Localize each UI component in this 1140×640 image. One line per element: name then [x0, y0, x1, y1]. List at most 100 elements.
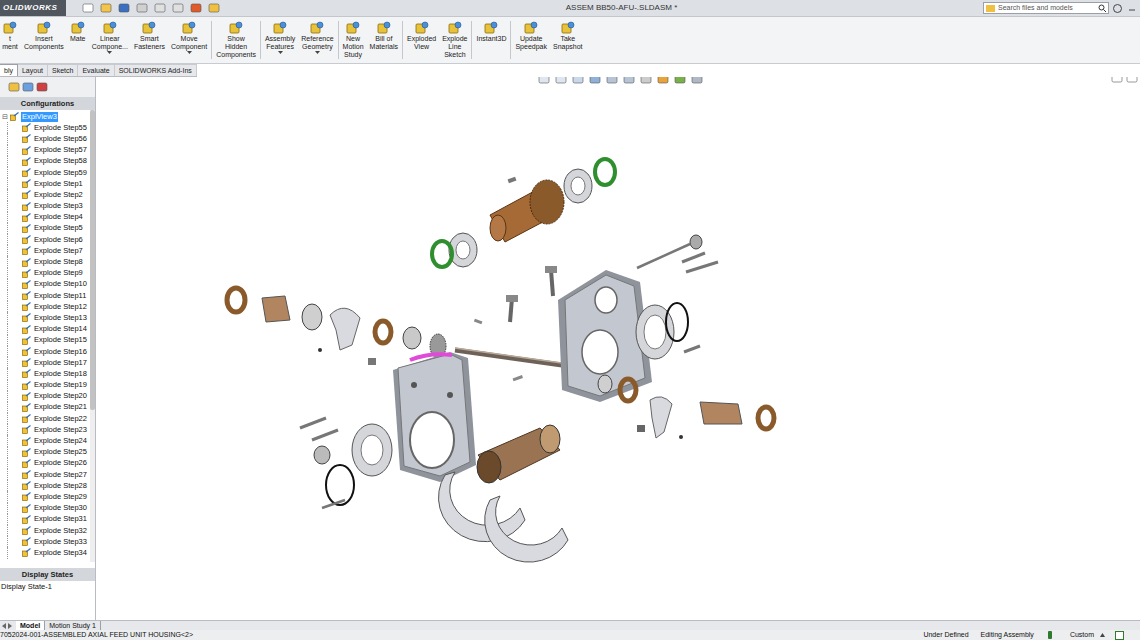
- tree-item[interactable]: Explode Step19: [7, 380, 90, 391]
- tab-scroll-arrows[interactable]: [0, 621, 16, 630]
- ribbon-button[interactable]: LinearCompone...: [90, 21, 130, 55]
- ribbon-button[interactable]: ExplodedView: [405, 21, 438, 51]
- tree-item[interactable]: Explode Step5: [7, 223, 90, 234]
- tree-item[interactable]: Explode Step57: [7, 145, 90, 156]
- dropdown-arrow-icon[interactable]: [315, 51, 320, 55]
- tree-item[interactable]: Explode Step23: [7, 424, 90, 435]
- save-icon[interactable]: [118, 2, 130, 14]
- tree-item[interactable]: Explode Step14: [7, 324, 90, 335]
- bottom-tab[interactable]: Model: [16, 621, 45, 630]
- units-selector[interactable]: Custom: [1070, 630, 1094, 640]
- display-state-item[interactable]: Display State-1: [0, 581, 95, 592]
- ribbon-button[interactable]: TakeSnapshot: [551, 21, 585, 51]
- tree-item[interactable]: Explode Step31: [7, 514, 90, 525]
- tree-item[interactable]: Explode Step32: [7, 525, 90, 536]
- tree-item[interactable]: Explode Step15: [7, 335, 90, 346]
- property-manager-icon[interactable]: [22, 81, 34, 93]
- tree-item[interactable]: Explode Step56: [7, 133, 90, 144]
- configurations-header[interactable]: Configurations: [0, 97, 95, 110]
- tree-item[interactable]: Explode Step13: [7, 312, 90, 323]
- tree-item[interactable]: Explode Step34: [7, 547, 90, 558]
- appearance-icon[interactable]: [657, 77, 669, 85]
- ribbon-button[interactable]: AssemblyFeatures: [263, 21, 297, 55]
- ribbon-button[interactable]: ExplodeLineSketch: [440, 21, 469, 59]
- tree-item[interactable]: Explode Step29: [7, 491, 90, 502]
- scene-icon[interactable]: [674, 77, 686, 85]
- open-file-icon[interactable]: [100, 2, 112, 14]
- tree-item[interactable]: Explode Step9: [7, 268, 90, 279]
- tree-item[interactable]: Explode Step27: [7, 469, 90, 480]
- tree-scrollbar[interactable]: [90, 110, 95, 562]
- ribbon-button[interactable]: MoveComponent: [169, 21, 209, 55]
- undo-icon[interactable]: [154, 2, 166, 14]
- tree-item[interactable]: Explode Step6: [7, 234, 90, 245]
- zoom-area-icon[interactable]: [555, 77, 567, 85]
- ribbon-button[interactable]: Mate: [68, 21, 88, 43]
- configuration-manager-icon[interactable]: [36, 81, 48, 93]
- tree-item[interactable]: Explode Step2: [7, 189, 90, 200]
- dropdown-arrow-icon[interactable]: [107, 51, 112, 55]
- feature-manager-icon[interactable]: [8, 81, 20, 93]
- tree-item[interactable]: Explode Step8: [7, 256, 90, 267]
- tree-root[interactable]: ⊟ExplView3: [2, 111, 90, 122]
- tree-item[interactable]: Explode Step4: [7, 212, 90, 223]
- ribbon-button[interactable]: ShowHiddenComponents: [214, 21, 258, 59]
- tree-item[interactable]: Explode Step18: [7, 368, 90, 379]
- command-tab[interactable]: bly: [0, 64, 18, 76]
- tree-item[interactable]: Explode Step30: [7, 503, 90, 514]
- tree-item[interactable]: Explode Step12: [7, 301, 90, 312]
- display-style-icon[interactable]: [623, 77, 635, 85]
- tree-item[interactable]: Explode Step1: [7, 178, 90, 189]
- ribbon-button[interactable]: InsertComponents: [22, 21, 66, 51]
- tree-item[interactable]: Explode Step28: [7, 480, 90, 491]
- view-orientation-icon[interactable]: [606, 77, 618, 85]
- tree-item[interactable]: Explode Step55: [7, 122, 90, 133]
- status-help-icon[interactable]: [1115, 631, 1124, 640]
- ribbon-button[interactable]: NewMotionStudy: [341, 21, 366, 59]
- previous-view-icon[interactable]: [572, 77, 584, 85]
- app-logo[interactable]: OLIDWORKS: [0, 0, 66, 16]
- viewport-restore-icon[interactable]: [1126, 77, 1138, 84]
- options-icon[interactable]: [208, 2, 220, 14]
- units-arrow-icon[interactable]: [1100, 633, 1105, 637]
- help-menu[interactable]: [1113, 4, 1140, 13]
- ribbon-button[interactable]: UpdateSpeedpak: [513, 21, 549, 51]
- rebuild-icon[interactable]: [190, 2, 202, 14]
- bottom-tab[interactable]: Motion Study 1: [45, 621, 101, 630]
- search-box[interactable]: Search files and models: [983, 2, 1109, 14]
- tree-item[interactable]: Explode Step21: [7, 402, 90, 413]
- tree-item[interactable]: Explode Step59: [7, 167, 90, 178]
- display-states-header[interactable]: Display States: [0, 568, 95, 581]
- command-tab[interactable]: Layout: [18, 64, 48, 76]
- scrollbar-thumb[interactable]: [90, 110, 95, 410]
- select-icon[interactable]: [172, 2, 184, 14]
- viewport-split-icon[interactable]: [1111, 77, 1123, 84]
- tree-item[interactable]: Explode Step17: [7, 357, 90, 368]
- print-icon[interactable]: [136, 2, 148, 14]
- dropdown-arrow-icon[interactable]: [278, 51, 283, 55]
- tree-item[interactable]: Explode Step25: [7, 447, 90, 458]
- command-tab[interactable]: SOLIDWORKS Add-Ins: [115, 64, 197, 76]
- tree-item[interactable]: Explode Step24: [7, 435, 90, 446]
- tree-item[interactable]: Explode Step20: [7, 391, 90, 402]
- dropdown-arrow-icon[interactable]: [187, 51, 192, 55]
- command-tab[interactable]: Evaluate: [78, 64, 114, 76]
- tree-item[interactable]: Explode Step7: [7, 245, 90, 256]
- ribbon-button[interactable]: SmartFasteners: [132, 21, 167, 51]
- tree-item[interactable]: Explode Step16: [7, 346, 90, 357]
- view-settings-icon[interactable]: [691, 77, 703, 85]
- tree-item[interactable]: Explode Step3: [7, 201, 90, 212]
- command-tab[interactable]: Sketch: [48, 64, 78, 76]
- graphics-area[interactable]: [96, 77, 1140, 620]
- tree-item[interactable]: Explode Step26: [7, 458, 90, 469]
- tree-item[interactable]: Explode Step10: [7, 279, 90, 290]
- section-view-icon[interactable]: [589, 77, 601, 85]
- zoom-fit-icon[interactable]: [538, 77, 550, 85]
- ribbon-button[interactable]: ReferenceGeometry: [299, 21, 335, 55]
- exploded-assembly-drawing[interactable]: [96, 77, 1140, 620]
- tree-item[interactable]: Explode Step22: [7, 413, 90, 424]
- rebuild-status-icon[interactable]: [1046, 631, 1054, 639]
- tree-item[interactable]: Explode Step11: [7, 290, 90, 301]
- tree-item[interactable]: Explode Step58: [7, 156, 90, 167]
- tree-item[interactable]: Explode Step33: [7, 536, 90, 547]
